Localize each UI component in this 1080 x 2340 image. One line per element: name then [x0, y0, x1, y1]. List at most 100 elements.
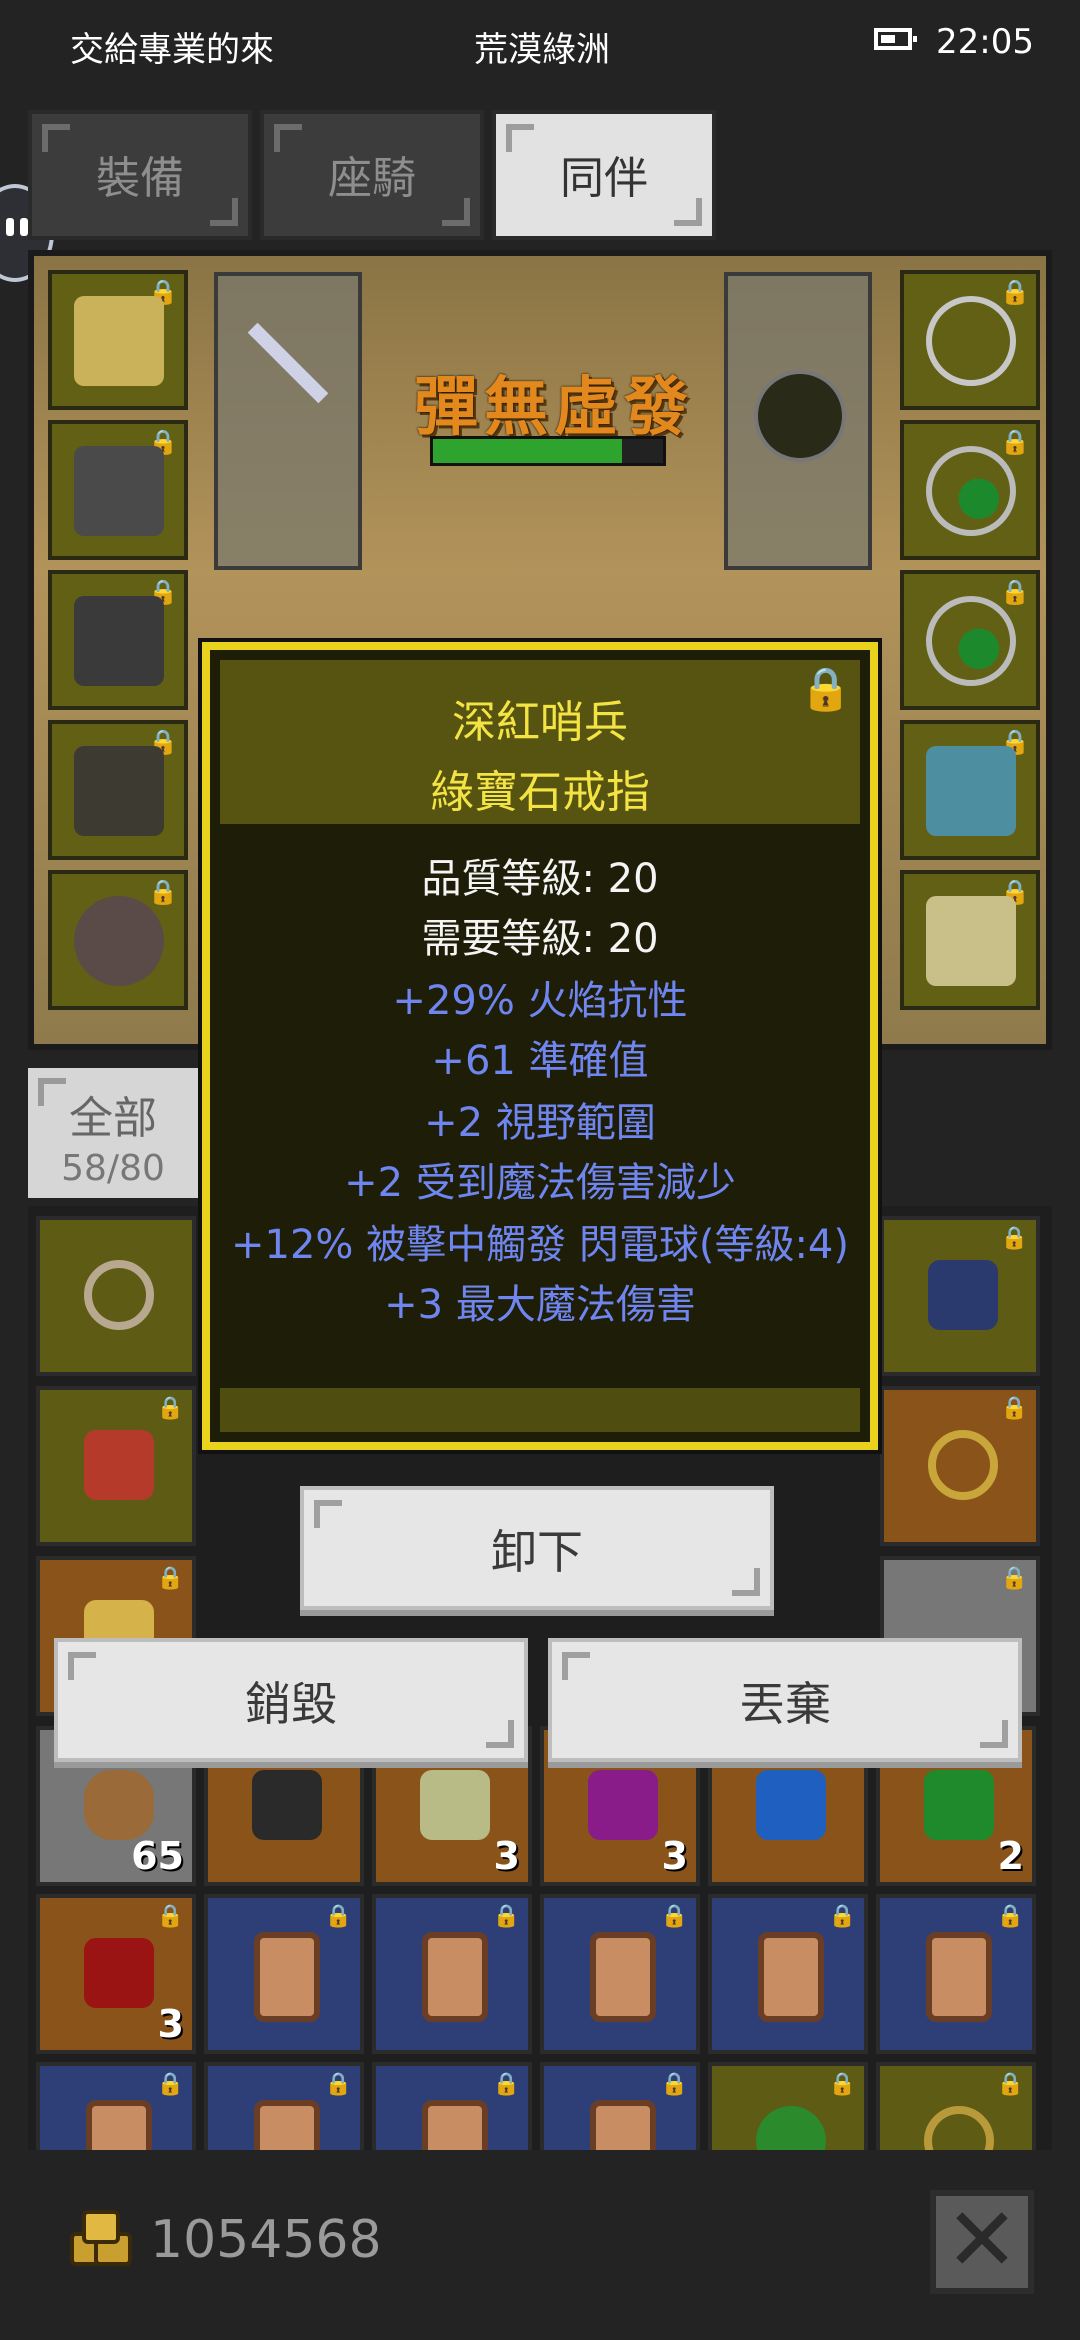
inventory-slot[interactable]: 🔒 [540, 2062, 700, 2150]
ring-slot-1[interactable]: 🔒 [900, 420, 1040, 560]
lock-icon: 🔒 [156, 1904, 184, 1929]
amulet-slot[interactable]: 🔒 [900, 270, 1040, 410]
inventory-slot[interactable]: 🔒 [880, 1216, 1040, 1376]
tooltip-footer [220, 1388, 860, 1432]
item-quantity: 3 [493, 1834, 520, 1878]
bag-filter-all[interactable]: 全部 58/80 [28, 1068, 198, 1198]
scroll-icon [926, 1932, 992, 2022]
scroll-icon [254, 1932, 320, 2022]
destroy-button[interactable]: 銷毀 [54, 1638, 528, 1762]
item-quality: 品質等級: 20 [421, 856, 659, 902]
gold-amount: 1054568 [150, 2210, 382, 2270]
close-icon: ✕ [945, 2188, 1019, 2291]
inventory-slot[interactable]: 🔒 [36, 2062, 196, 2150]
fish-icon [926, 746, 1016, 836]
item-quantity: 2 [997, 1834, 1024, 1878]
lock-icon: 🔒 [828, 2072, 856, 2097]
item-set-name: 深紅哨兵 [452, 697, 628, 748]
tab-label: 座騎 [328, 153, 416, 204]
lock-icon: 🔒 [324, 1904, 352, 1929]
inventory-slot[interactable]: 🔒 [880, 1386, 1040, 1546]
scroll-icon [86, 2100, 152, 2150]
scroll-icon [422, 1932, 488, 2022]
helmet-icon [74, 296, 164, 386]
boots-icon [74, 746, 164, 836]
tab-mount[interactable]: 座騎 [260, 110, 484, 240]
lock-icon: 🔒 [996, 2072, 1024, 2097]
gloves-icon [74, 596, 164, 686]
gloves-slot[interactable]: 🔒 [48, 570, 188, 710]
helmet-slot[interactable]: 🔒 [48, 270, 188, 410]
status-bar: 交給專業的來 荒漠綠洲 22:05 [0, 0, 1080, 88]
item-bonus: +29% 火焰抗性 [392, 978, 688, 1024]
close-button[interactable]: ✕ [930, 2190, 1034, 2294]
bag-filter-label: 全部 [69, 1093, 157, 1144]
item-tooltip: 🔒 深紅哨兵 綠寶石戒指 品質等級: 20 需要等級: 20 +29% 火焰抗性… [202, 642, 878, 1450]
gold-ring-icon [924, 2106, 994, 2150]
item-quantity: 65 [131, 1834, 184, 1878]
lock-icon: 🔒 [660, 2072, 688, 2097]
accessory-slot[interactable]: 🔒 [900, 870, 1040, 1010]
item-quantity: 3 [157, 2002, 184, 2046]
item-bonus: +3 最大魔法傷害 [384, 1282, 696, 1328]
ring-icon [926, 596, 1016, 686]
inventory-slot[interactable]: 🔒 [372, 1894, 532, 2054]
weapon-slot[interactable] [214, 272, 362, 570]
destroy-label: 銷毀 [245, 1677, 337, 1731]
belt-slot[interactable]: 🔒 [48, 870, 188, 1010]
item-name: 綠寶石戒指 [430, 767, 650, 818]
book-icon [84, 1430, 154, 1500]
inventory-slot[interactable]: 🔒 [540, 1894, 700, 2054]
lock-icon: 🔒 [1000, 1566, 1028, 1591]
item-bonus: +61 準確值 [431, 1038, 649, 1084]
item-bonus: +12% 被擊中觸發 閃電球(等級:4) [231, 1222, 849, 1268]
scroll-icon [422, 2100, 488, 2150]
armor-slot[interactable]: 🔒 [48, 420, 188, 560]
lock-icon: 🔒 [492, 1904, 520, 1929]
lock-icon: 🔒 [156, 2072, 184, 2097]
status-left-text: 交給專業的來 [70, 30, 274, 70]
inventory-slot[interactable]: 🔒 [204, 1894, 364, 2054]
hp-bar [430, 436, 666, 466]
red-gem-icon [84, 1938, 154, 2008]
lock-icon: 🔒 [1000, 1226, 1028, 1251]
item-quantity: 3 [661, 1834, 688, 1878]
scroll-icon [254, 2100, 320, 2150]
boots-slot[interactable]: 🔒 [48, 720, 188, 860]
inventory-slot[interactable]: 🔒 3 [36, 1894, 196, 2054]
item-bonus: +2 受到魔法傷害減少 [344, 1160, 736, 1206]
item-required-level: 需要等級: 20 [421, 916, 659, 962]
offhand-slot[interactable] [724, 272, 872, 570]
ring-icon [926, 446, 1016, 536]
tab-equipment[interactable]: 裝備 [28, 110, 252, 240]
inventory-slot[interactable]: 🔒 [708, 2062, 868, 2150]
unequip-label: 卸下 [491, 1525, 583, 1579]
lock-icon: 🔒 [324, 2072, 352, 2097]
inventory-slot[interactable]: 🔒 [36, 1386, 196, 1546]
inventory-slot[interactable]: 🔒 [708, 1894, 868, 2054]
belt-icon [74, 896, 164, 986]
discard-button[interactable]: 丟棄 [548, 1638, 1022, 1762]
inventory-slot[interactable]: 🔒 [876, 2062, 1036, 2150]
bow-icon [84, 1260, 154, 1330]
unequip-button[interactable]: 卸下 [300, 1486, 774, 1610]
scroll-icon [590, 1932, 656, 2022]
lock-icon: 🔒 [1000, 1396, 1028, 1421]
inventory-slot[interactable] [36, 1216, 196, 1376]
black-gem-icon [252, 1770, 322, 1840]
amulet-icon [926, 296, 1016, 386]
gold-coins-icon [70, 2210, 132, 2266]
purple-gem-icon [588, 1770, 658, 1840]
companion-banner: 彈無虛發 [414, 371, 694, 445]
green-gem-icon [924, 1770, 994, 1840]
inventory-slot[interactable]: 🔒 [876, 1894, 1036, 2054]
inventory-slot[interactable]: 🔒 [204, 2062, 364, 2150]
tab-companion[interactable]: 同伴 [492, 110, 716, 240]
armor-icon [74, 446, 164, 536]
ring-slot-2[interactable]: 🔒 [900, 570, 1040, 710]
tab-label: 裝備 [96, 153, 184, 204]
bird-card-icon [928, 1260, 998, 1330]
scroll-icon [758, 1932, 824, 2022]
mount-item-slot[interactable]: 🔒 [900, 720, 1040, 860]
inventory-slot[interactable]: 🔒 [372, 2062, 532, 2150]
